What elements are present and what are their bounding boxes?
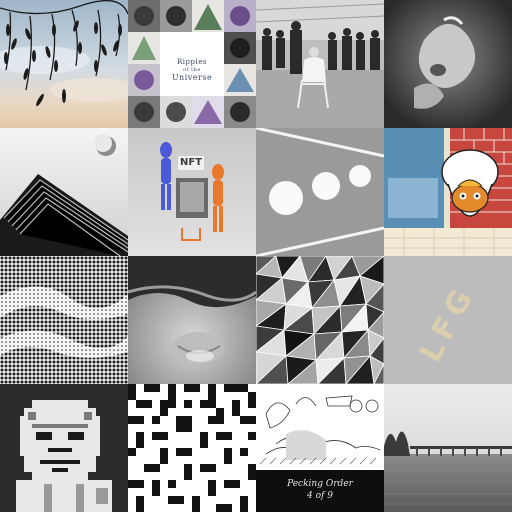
tile-pecking-order[interactable]: Pecking Order 4 of 9: [256, 384, 384, 512]
nft-figures-render: [128, 128, 256, 256]
toilet-cartoon-illustration: [384, 128, 512, 256]
halftone-wave-graphic: [0, 256, 128, 384]
nft-sign-text: NFT: [179, 157, 203, 168]
figure-dark-photo: [384, 0, 512, 128]
cover-title-line1: Ripples: [177, 58, 207, 66]
three-circles-graphic: [256, 128, 384, 256]
skin-closeup-photo: [128, 256, 256, 384]
tile-toilet-cartoon[interactable]: [384, 128, 512, 256]
tile-branches-sky[interactable]: [0, 0, 128, 128]
nft-gallery-grid: Ripples of the Universe NFT LFG Pecking …: [0, 0, 512, 512]
tile-triangle-mosaic[interactable]: [256, 256, 384, 384]
tile-halftone-wave[interactable]: [0, 256, 128, 384]
tile-crowd-chair[interactable]: [256, 0, 384, 128]
triangle-mosaic-graphic: [256, 256, 384, 384]
pixel-ape-art: [0, 384, 128, 512]
tile-nft-figures[interactable]: NFT: [128, 128, 256, 256]
tile-ripples-universe[interactable]: Ripples of the Universe: [128, 0, 256, 128]
bw-noise-graphic: [128, 384, 256, 512]
tile-skin-closeup[interactable]: [128, 256, 256, 384]
tile-figure-dark[interactable]: [384, 0, 512, 128]
bridge-sea-photo: [384, 384, 512, 512]
cover-title-line3: Universe: [171, 73, 213, 82]
tile-dotted-letters[interactable]: LFG: [384, 256, 512, 384]
pecking-order-title: Pecking Order: [287, 479, 353, 489]
pecking-order-caption: Pecking Order 4 of 9: [256, 478, 384, 502]
branches-sky-image: [0, 0, 128, 128]
tile-three-circles[interactable]: [256, 128, 384, 256]
pecking-order-edition: 4 of 9: [307, 491, 333, 501]
tile-pixel-ape[interactable]: [0, 384, 128, 512]
cover-title: Ripples of the Universe: [160, 58, 224, 82]
tile-bw-noise-pattern[interactable]: [128, 384, 256, 512]
crowd-chair-photo: [256, 0, 384, 128]
pyramid-photo: [0, 128, 128, 256]
tile-pyramid-architecture[interactable]: [0, 128, 128, 256]
tile-bridge-sea[interactable]: [384, 384, 512, 512]
